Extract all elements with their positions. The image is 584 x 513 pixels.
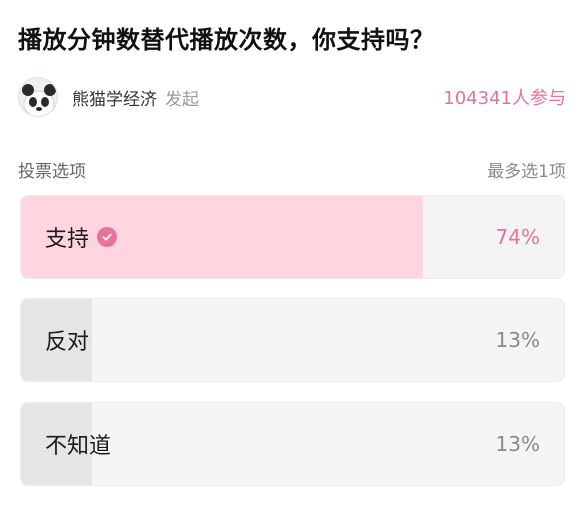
option-label: 不知道: [45, 434, 112, 459]
poll-title: 播放分钟数替代播放次数，你支持吗？: [18, 26, 435, 54]
author-name[interactable]: 熊猫学经济: [72, 85, 157, 110]
participants-label: 参与: [530, 88, 566, 109]
option-label-wrap: 不知道: [45, 403, 111, 485]
options-header-label: 投票选项: [18, 162, 86, 182]
option-percent: 13%: [495, 432, 540, 456]
option-oppose[interactable]: 反对 13%: [20, 298, 565, 382]
option-percent: 13%: [495, 328, 540, 352]
panda-avatar-icon: [19, 78, 57, 116]
check-circle-icon: [97, 227, 118, 247]
avatar[interactable]: [18, 77, 58, 117]
option-label: 支持: [45, 227, 90, 252]
option-percent: 74%: [495, 225, 540, 249]
option-support[interactable]: 支持 74%: [20, 195, 565, 279]
option-unsure[interactable]: 不知道 13%: [20, 402, 565, 486]
option-label: 反对: [45, 330, 90, 355]
options-header: 投票选项 最多选1项: [18, 157, 566, 182]
participants-number: 104341: [443, 88, 512, 109]
option-label-wrap: 反对: [45, 299, 89, 381]
author-row: 熊猫学经济 发起 104341人参与: [18, 76, 566, 118]
options-limit: 最多选1项: [487, 162, 566, 182]
author-action: 发起: [165, 89, 199, 110]
participants-unit: 人: [512, 88, 530, 109]
participants-count: 104341人参与: [443, 84, 566, 110]
option-label-wrap: 支持: [45, 196, 118, 278]
